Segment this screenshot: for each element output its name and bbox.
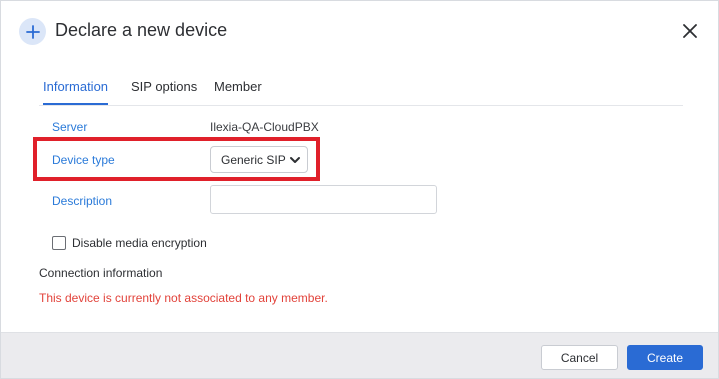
connection-warning: This device is currently not associated … [39, 291, 328, 305]
device-type-selected-value: Generic SIP [221, 152, 286, 167]
plus-icon [19, 18, 46, 45]
tab-bar: Information SIP options Member [39, 79, 683, 106]
tab-sip-options[interactable]: SIP options [131, 79, 197, 105]
disable-encryption-checkbox[interactable] [52, 236, 66, 250]
plus-icon-glyph [25, 24, 40, 39]
description-label: Description [52, 194, 113, 208]
connection-info-title: Connection information [39, 266, 163, 280]
chevron-down-icon [290, 157, 300, 163]
declare-device-dialog: Declare a new device Information SIP opt… [0, 0, 719, 379]
tab-information[interactable]: Information [43, 79, 109, 105]
tab-member[interactable]: Member [214, 79, 262, 105]
description-input[interactable] [210, 185, 437, 214]
device-type-label: Device type [52, 153, 115, 167]
cancel-button[interactable]: Cancel [541, 345, 618, 370]
device-type-select[interactable]: Generic SIP [210, 146, 308, 173]
server-value: Ilexia-QA-CloudPBX [210, 120, 319, 134]
disable-encryption-label[interactable]: Disable media encryption [72, 236, 207, 250]
dialog-footer: Cancel Create [1, 332, 718, 378]
dialog-title: Declare a new device [55, 20, 228, 40]
create-button[interactable]: Create [627, 345, 703, 370]
close-icon[interactable] [677, 18, 703, 44]
server-label: Server [52, 120, 88, 134]
